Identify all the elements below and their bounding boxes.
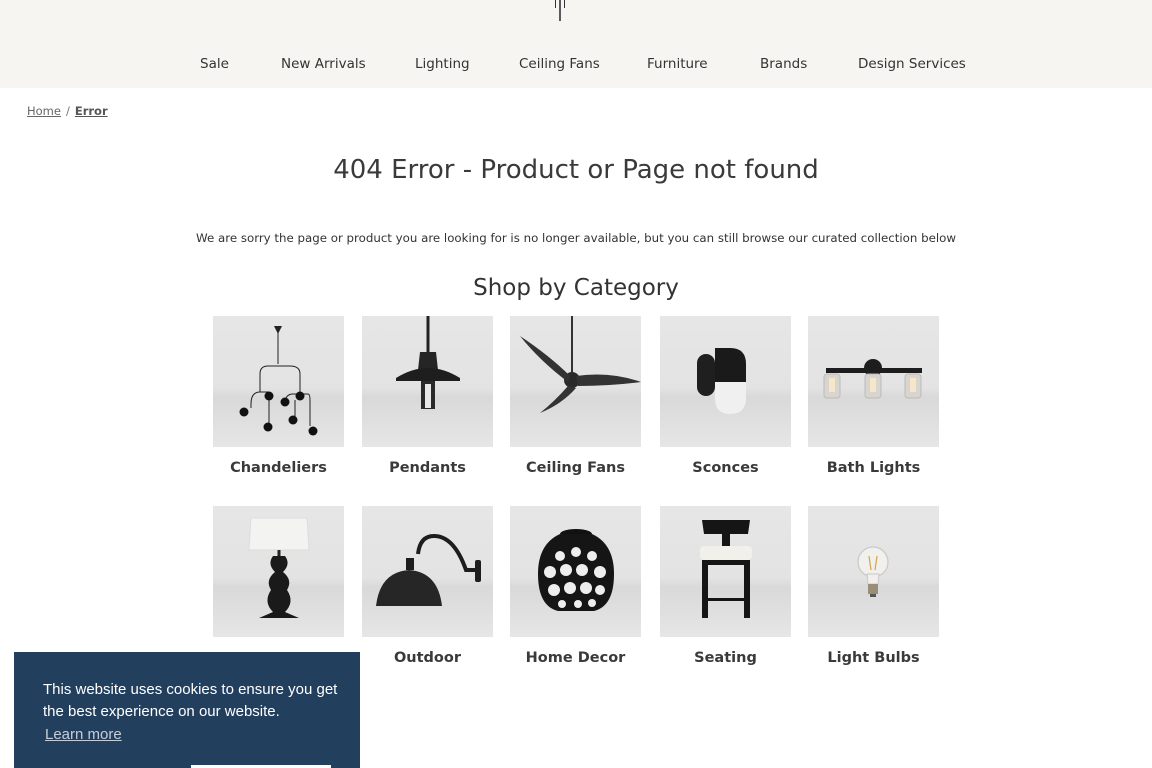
- category-tile-sconces[interactable]: Sconces: [660, 316, 791, 476]
- site-header: Sale New Arrivals Lighting Ceiling Fans …: [0, 0, 1152, 88]
- cookie-banner: This website uses cookies to ensure you …: [14, 652, 360, 768]
- cookie-message: This website uses cookies to ensure you …: [43, 681, 338, 720]
- chandelier-icon: [239, 326, 318, 436]
- sconce-icon: [697, 348, 746, 414]
- category-image[interactable]: [362, 506, 493, 637]
- breadcrumb-home-link[interactable]: Home: [27, 104, 61, 118]
- category-image[interactable]: [213, 316, 344, 447]
- category-label[interactable]: Sconces: [660, 460, 791, 476]
- main-nav: Sale New Arrivals Lighting Ceiling Fans …: [0, 56, 1152, 76]
- category-image[interactable]: [660, 316, 791, 447]
- category-image[interactable]: [808, 316, 939, 447]
- category-tile-pendants[interactable]: Pendants: [362, 316, 493, 476]
- category-label[interactable]: Chandeliers: [213, 460, 344, 476]
- category-image[interactable]: [213, 506, 344, 637]
- nav-item-sale[interactable]: Sale: [200, 56, 229, 72]
- category-tile-bath-lights[interactable]: Bath Lights: [808, 316, 939, 476]
- nav-item-brands[interactable]: Brands: [760, 56, 807, 72]
- category-tile-ceiling-fans[interactable]: Ceiling Fans: [510, 316, 641, 476]
- vase-icon: [538, 529, 614, 611]
- ceiling-fan-icon: [520, 316, 641, 413]
- nav-item-design-services[interactable]: Design Services: [858, 56, 966, 72]
- category-tile-chandeliers[interactable]: Chandeliers: [213, 316, 344, 476]
- category-label[interactable]: Seating: [660, 650, 791, 666]
- category-tile-seating[interactable]: Seating: [660, 506, 791, 666]
- category-label[interactable]: Pendants: [362, 460, 493, 476]
- nav-item-new-arrivals[interactable]: New Arrivals: [281, 56, 366, 72]
- table-lamp-icon: [248, 517, 310, 618]
- light-bulb-icon: [857, 546, 889, 597]
- pendant-icon: [396, 316, 460, 409]
- outdoor-light-icon: [376, 533, 481, 606]
- nav-item-ceiling-fans[interactable]: Ceiling Fans: [519, 56, 600, 72]
- bath-light-icon: [823, 359, 922, 399]
- breadcrumb-separator: /: [65, 104, 70, 118]
- category-label[interactable]: Light Bulbs: [808, 650, 939, 666]
- category-tile-home-decor[interactable]: Home Decor: [510, 506, 641, 666]
- category-label[interactable]: Bath Lights: [808, 460, 939, 476]
- cookie-learn-more-link[interactable]: Learn more: [45, 726, 122, 743]
- nav-item-furniture[interactable]: Furniture: [647, 56, 708, 72]
- category-image[interactable]: [510, 316, 641, 447]
- stool-icon: [700, 520, 752, 618]
- category-tile-outdoor[interactable]: Outdoor: [362, 506, 493, 666]
- error-message: We are sorry the page or product you are…: [196, 231, 956, 245]
- category-label[interactable]: Ceiling Fans: [510, 460, 641, 476]
- category-image[interactable]: [808, 506, 939, 637]
- category-image[interactable]: [660, 506, 791, 637]
- category-label[interactable]: Outdoor: [362, 650, 493, 666]
- category-image[interactable]: [362, 316, 493, 447]
- category-image[interactable]: [510, 506, 641, 637]
- breadcrumb: Home / Error: [27, 104, 108, 118]
- shop-by-category-heading: Shop by Category: [473, 275, 679, 301]
- breadcrumb-current: Error: [74, 104, 108, 118]
- nav-item-lighting[interactable]: Lighting: [415, 56, 470, 72]
- category-tile-table-lamps[interactable]: [213, 506, 344, 650]
- logo-icon[interactable]: [554, 0, 566, 22]
- category-label[interactable]: Home Decor: [510, 650, 641, 666]
- category-tile-light-bulbs[interactable]: Light Bulbs: [808, 506, 939, 666]
- page-title: 404 Error - Product or Page not found: [333, 155, 819, 185]
